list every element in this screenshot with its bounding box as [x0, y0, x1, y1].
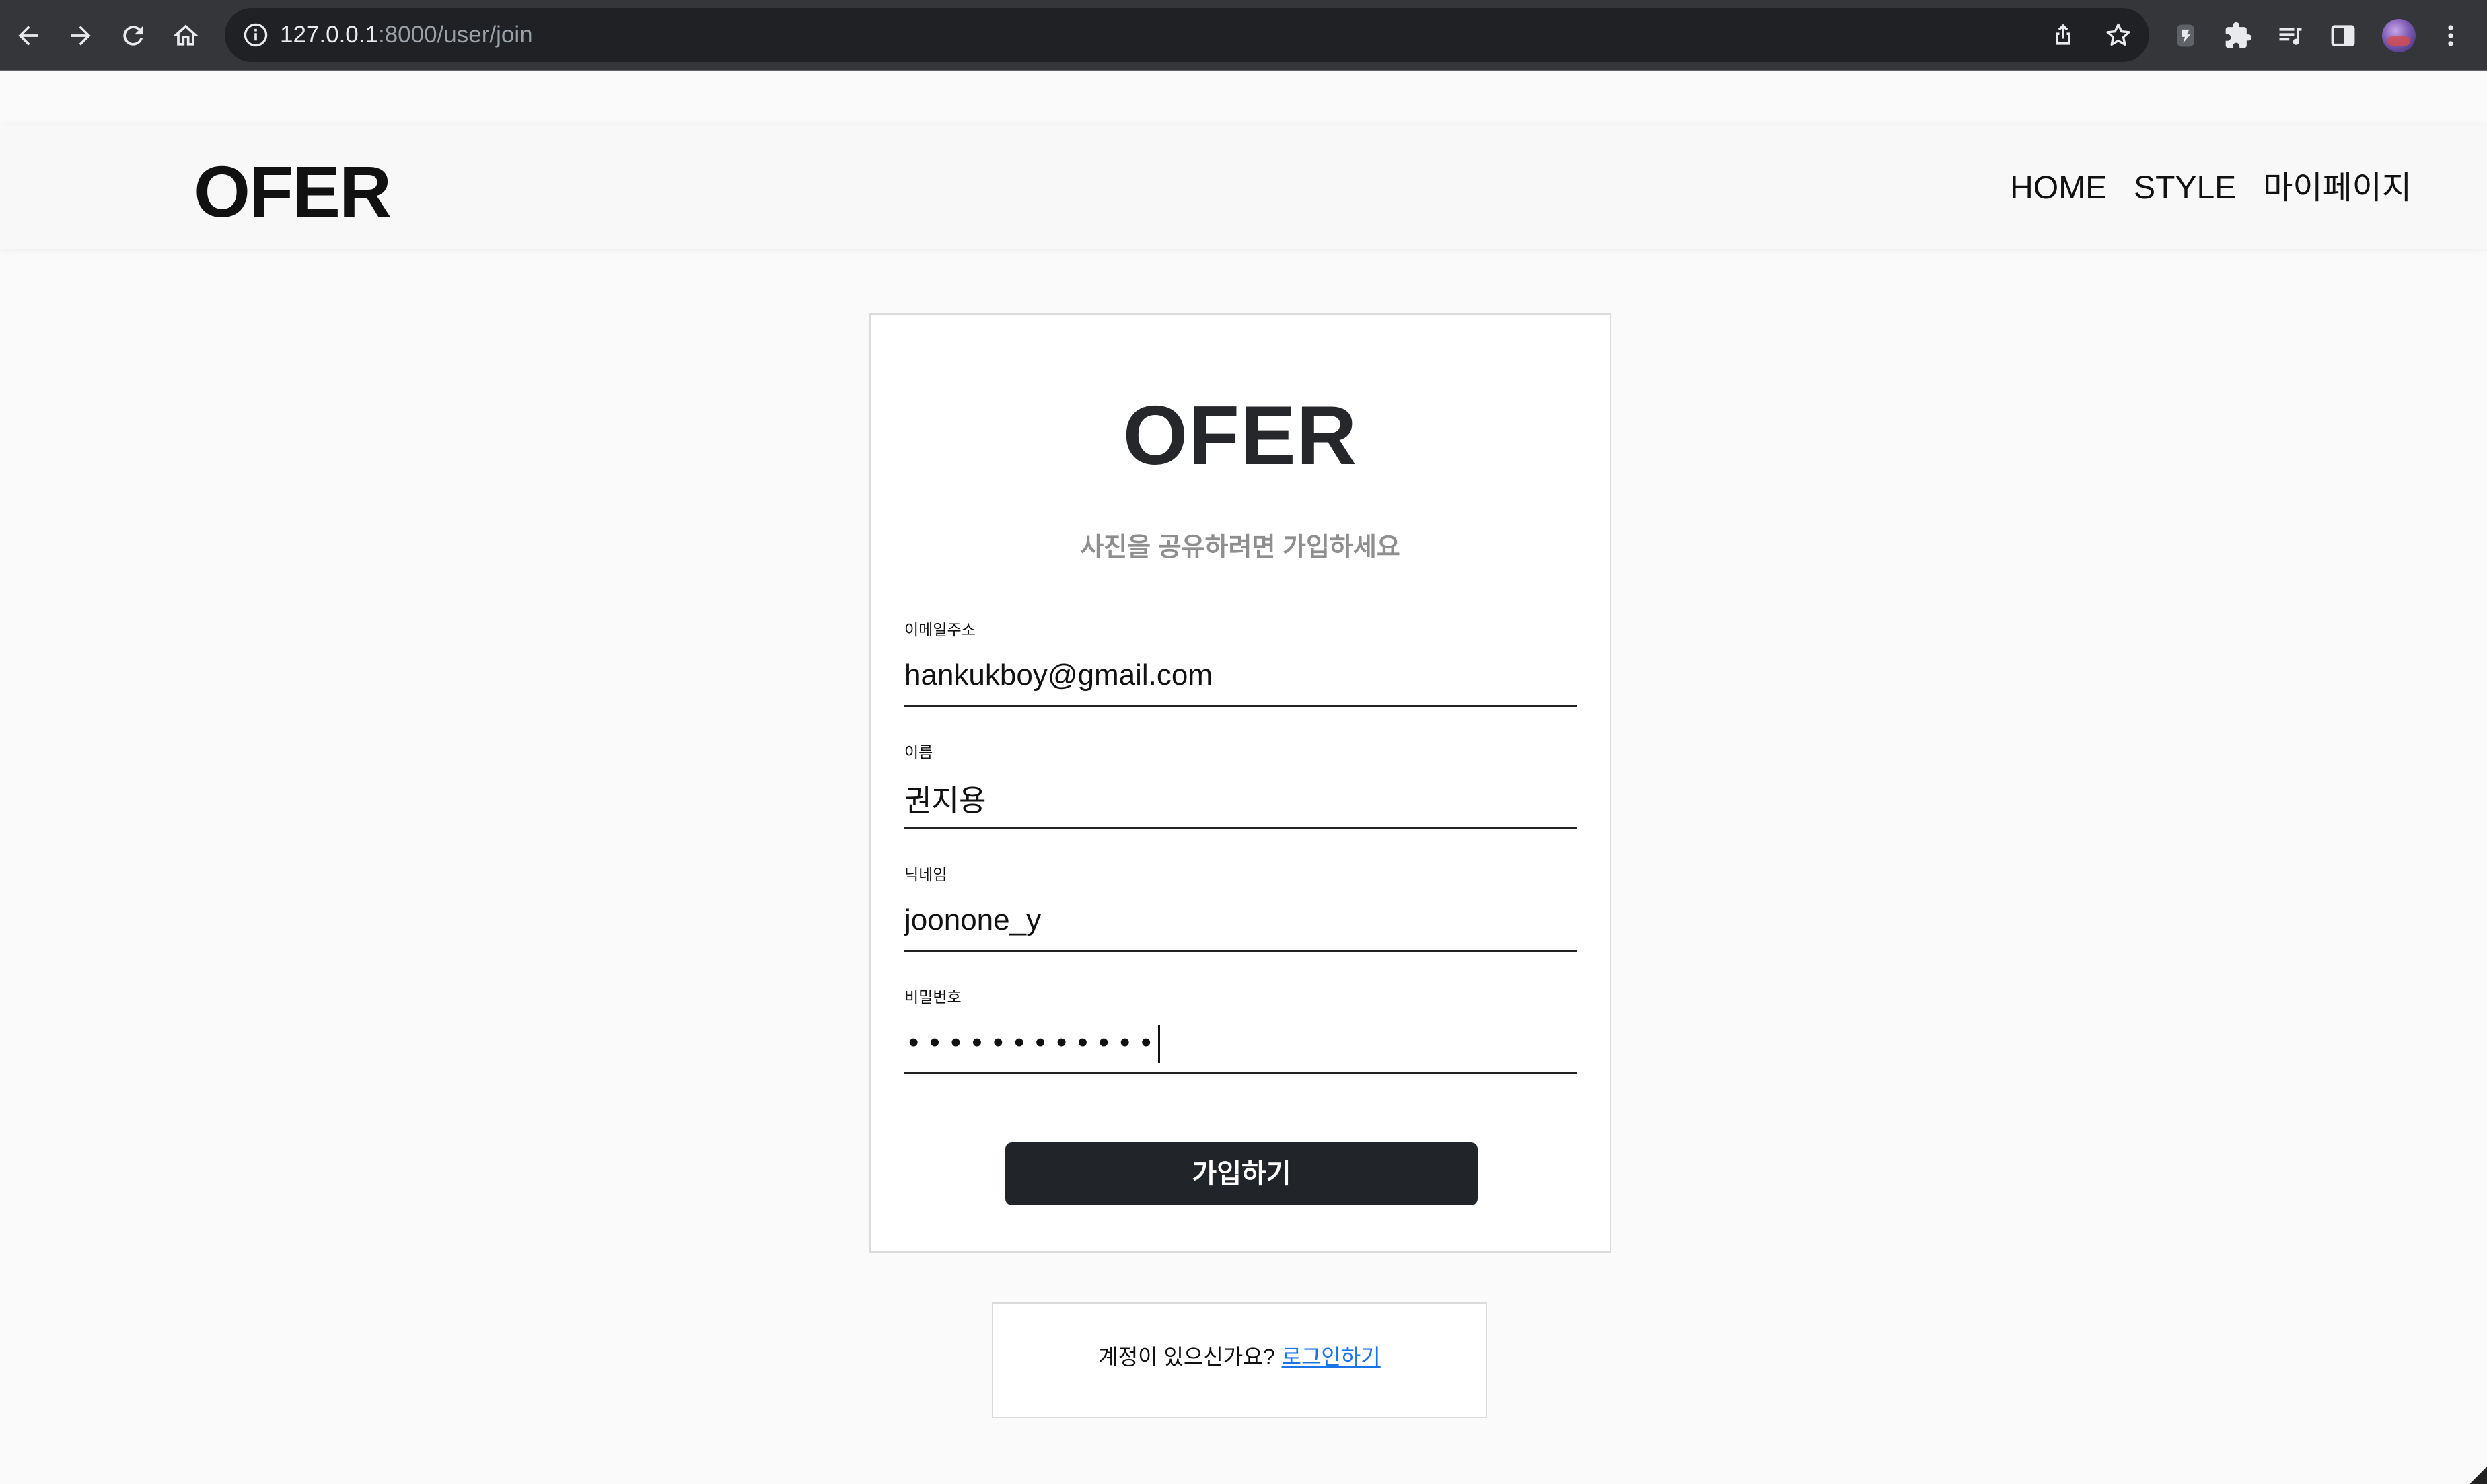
password-mask-text: ••••••••••••	[908, 1026, 1162, 1059]
nickname-underline	[904, 950, 1577, 952]
reload-icon	[123, 26, 143, 46]
text-caret	[1157, 1025, 1160, 1064]
nickname-field: 닉네임	[904, 865, 1577, 959]
login-prompt: 계정이 있으신가요? 로그인하기	[993, 1343, 1486, 1371]
reload-button[interactable]	[112, 14, 155, 57]
email-label: 이메일주소	[904, 621, 976, 638]
home-icon	[173, 24, 199, 46]
extensions-button[interactable]	[2216, 14, 2260, 57]
star-icon	[2106, 23, 2130, 46]
login-link[interactable]: 로그인하기	[1282, 1345, 1381, 1369]
extension-badge-button[interactable]	[2164, 14, 2207, 57]
site-header: OFER HOME STYLE 마이페이지	[0, 125, 2487, 249]
profile-avatar[interactable]	[2382, 19, 2416, 52]
join-submit-button[interactable]: 가입하기	[1005, 1142, 1478, 1205]
url-path: :8000/user/join	[377, 22, 533, 48]
header-logo[interactable]: OFER	[194, 155, 392, 229]
window-corner	[2470, 1467, 2487, 1484]
password-mask: ••••••••••••	[908, 1020, 1160, 1066]
join-form: OFER 사진을 공유하려면 가입하세요 이메일주소 이름 닉네임 비밀번호 •…	[869, 313, 1611, 1253]
password-label: 비밀번호	[904, 988, 962, 1006]
email-underline	[904, 705, 1577, 707]
info-icon[interactable]	[241, 20, 271, 50]
address-bar[interactable]: 127.0.0.1:8000/user/join	[225, 8, 2149, 62]
forward-button[interactable]	[59, 14, 102, 57]
bookmark-button[interactable]	[2103, 20, 2133, 50]
extension-badge-icon	[2177, 24, 2194, 47]
arrow-left-icon	[18, 26, 38, 46]
menu-button[interactable]	[2429, 14, 2472, 57]
side-panel-icon	[2331, 25, 2355, 46]
login-prompt-text: 계정이 있으신가요?	[1098, 1345, 1275, 1369]
name-label: 이름	[904, 743, 933, 761]
puzzle-icon	[2225, 22, 2252, 48]
name-underline	[904, 827, 1577, 829]
share-button[interactable]	[2048, 20, 2078, 50]
password-underline	[904, 1072, 1577, 1074]
form-subtitle: 사진을 공유하려면 가입하세요	[1080, 533, 1400, 562]
nav-mypage-link[interactable]: 마이페이지	[2263, 168, 2412, 209]
reading-list-button[interactable]	[2269, 14, 2312, 57]
main-nav: HOME STYLE 마이페이지	[2010, 168, 2412, 209]
url-host: 127.0.0.1	[280, 22, 378, 48]
kebab-menu-icon	[2448, 25, 2453, 46]
password-field: 비밀번호 ••••••••••••	[904, 988, 1577, 1082]
form-logo: OFER	[1122, 389, 1358, 482]
nav-home-link[interactable]: HOME	[2010, 168, 2107, 209]
email-input[interactable]	[904, 653, 1577, 698]
share-icon	[2056, 24, 2070, 45]
arrow-right-icon	[71, 26, 91, 46]
home-button[interactable]	[164, 14, 207, 57]
nav-style-link[interactable]: STYLE	[2134, 168, 2236, 209]
nickname-input[interactable]	[904, 897, 1577, 943]
back-button[interactable]	[7, 14, 50, 57]
url-text: 127.0.0.1:8000/user/join	[280, 20, 533, 50]
browser-toolbar: 127.0.0.1:8000/user/join	[0, 0, 2487, 71]
password-input[interactable]: ••••••••••••	[904, 1020, 1577, 1066]
login-prompt-box: 계정이 있으신가요? 로그인하기	[992, 1302, 1487, 1418]
name-field: 이름	[904, 743, 1577, 837]
email-field: 이메일주소	[904, 620, 1577, 714]
nickname-label: 닉네임	[904, 866, 947, 883]
reading-list-icon	[2279, 28, 2302, 45]
name-input[interactable]	[904, 775, 1577, 821]
side-panel-button[interactable]	[2321, 14, 2365, 57]
